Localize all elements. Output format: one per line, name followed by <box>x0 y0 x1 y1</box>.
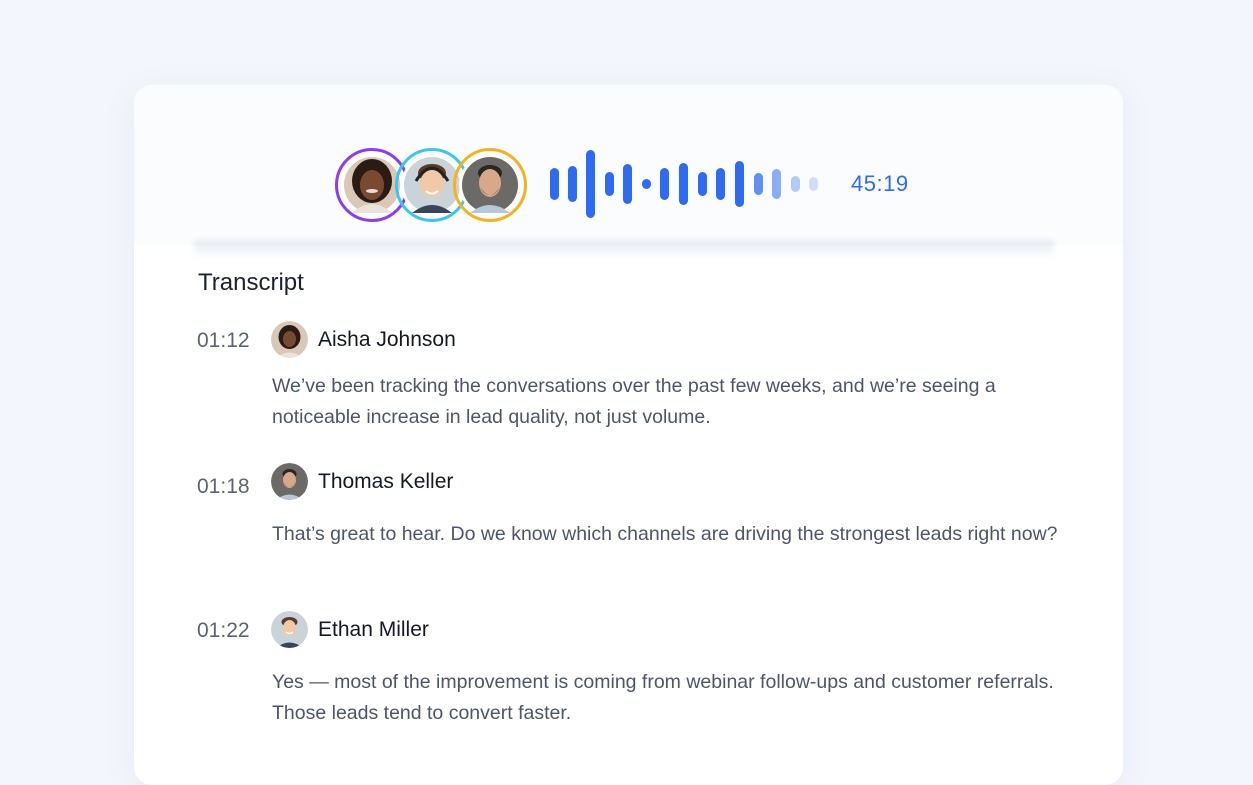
waveform-bar <box>754 173 763 195</box>
player-divider-shadow <box>194 240 1054 258</box>
waveform-bar <box>586 150 595 218</box>
waveform-bar <box>660 168 669 200</box>
waveform-bar <box>642 179 651 189</box>
entry-timestamp[interactable]: 01:12 <box>197 329 250 353</box>
waveform-bar <box>605 172 614 196</box>
speaker-name: Ethan Miller <box>318 618 429 641</box>
speaker-name: Aisha Johnson <box>318 328 456 351</box>
waveform-bar <box>809 177 818 191</box>
call-duration: 45:19 <box>851 171 909 196</box>
entry-timestamp[interactable]: 01:22 <box>197 619 250 643</box>
speaker-avatar <box>271 611 308 648</box>
transcript-card: 45:19 Transcript 01:12 Aisha Johnson We’… <box>134 85 1123 785</box>
speaker-avatar <box>271 463 308 500</box>
waveform-bar <box>772 169 781 199</box>
waveform-bar <box>698 172 707 196</box>
entry-message: That’s great to hear. Do we know which c… <box>272 523 1058 545</box>
speaker-avatar <box>271 321 308 358</box>
entry-message: We’ve been tracking the conversations ov… <box>272 375 996 428</box>
waveform-bar <box>735 161 744 207</box>
woman-avatar-icon <box>271 321 308 358</box>
bearded-man-avatar-icon <box>459 154 521 216</box>
audio-waveform[interactable] <box>548 148 838 220</box>
waveform-bar <box>550 168 559 200</box>
waveform-bar <box>568 166 577 202</box>
participant-avatar-thomas[interactable] <box>453 148 527 222</box>
waveform-bar <box>716 168 725 200</box>
bearded-man-avatar-icon <box>271 463 308 500</box>
entry-timestamp[interactable]: 01:18 <box>197 475 250 499</box>
waveform-bar <box>791 176 800 192</box>
waveform-bar <box>679 163 688 205</box>
waveform-bar <box>623 164 632 204</box>
transcript-title: Transcript <box>198 269 304 296</box>
audio-player: 45:19 <box>134 85 1123 245</box>
speaker-name: Thomas Keller <box>318 470 454 493</box>
young-man-avatar-icon <box>271 611 308 648</box>
entry-message: Yes — most of the improvement is coming … <box>272 671 1054 724</box>
